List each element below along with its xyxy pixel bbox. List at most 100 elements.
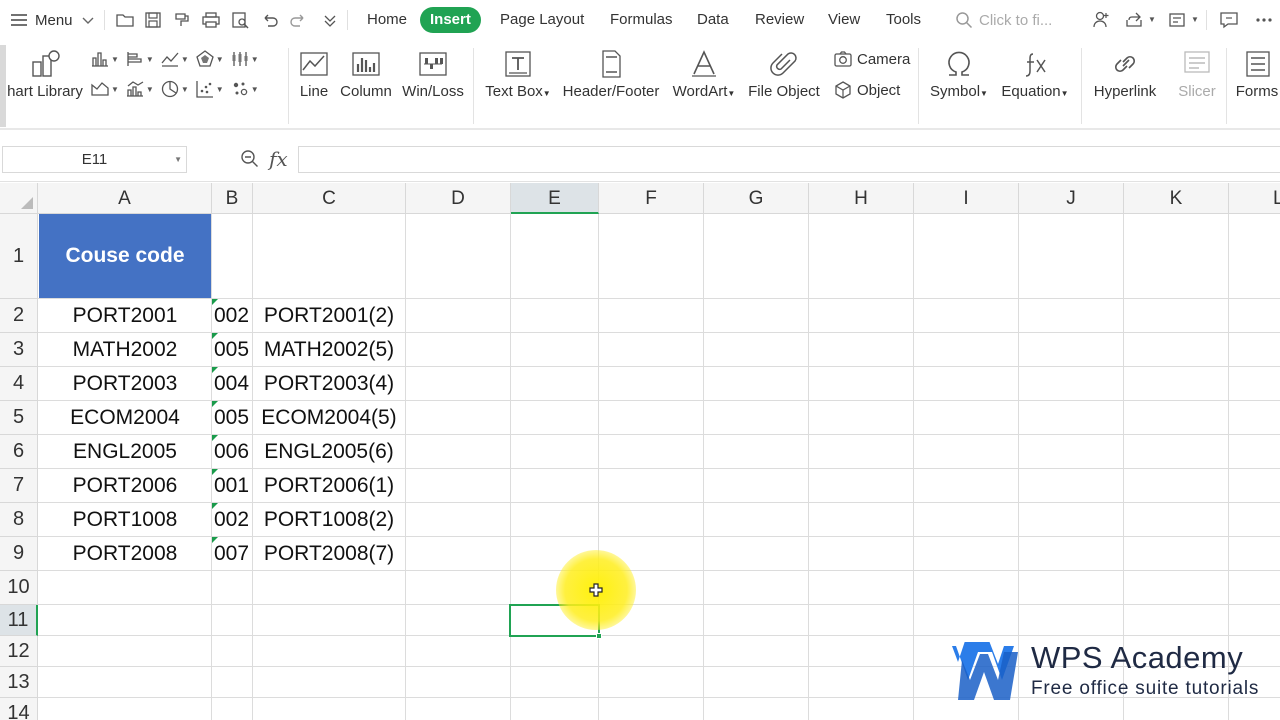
- cell-a6[interactable]: ENGL2005: [39, 435, 211, 468]
- row-header-1[interactable]: 1: [0, 214, 38, 299]
- column-header-b[interactable]: B: [212, 183, 253, 214]
- cell-c7[interactable]: PORT2006(1): [253, 469, 405, 502]
- cell-a7[interactable]: PORT2006: [39, 469, 211, 502]
- row-header-14[interactable]: 14: [0, 698, 38, 720]
- redo-icon[interactable]: [288, 10, 308, 30]
- caret-icon[interactable]: ▼: [251, 85, 259, 94]
- tab-home[interactable]: Home: [367, 7, 407, 33]
- caret-icon[interactable]: ▼: [181, 85, 189, 94]
- print-preview-icon[interactable]: [230, 10, 250, 30]
- column-header-g[interactable]: G: [704, 183, 809, 214]
- cell-b5[interactable]: 005: [212, 401, 252, 434]
- cell-b2[interactable]: 002: [212, 299, 252, 332]
- tab-review[interactable]: Review: [755, 7, 804, 33]
- caret-icon[interactable]: ▼: [216, 85, 224, 94]
- equation-button[interactable]: Equation▼: [998, 40, 1072, 130]
- cell-b7[interactable]: 001: [212, 469, 252, 502]
- column-header-e[interactable]: E: [511, 183, 599, 214]
- caret-icon[interactable]: ▼: [146, 55, 154, 64]
- row-header-7[interactable]: 7: [0, 469, 38, 503]
- column-header-f[interactable]: F: [599, 183, 704, 214]
- tab-formulas[interactable]: Formulas: [610, 7, 673, 33]
- caret-icon[interactable]: ▼: [216, 55, 224, 64]
- share-user-icon[interactable]: [1091, 10, 1111, 30]
- sparkline-winloss-button[interactable]: Win/Loss: [401, 40, 465, 130]
- column-header-h[interactable]: H: [809, 183, 914, 214]
- more-icon[interactable]: [1254, 10, 1274, 30]
- column-chart-icon[interactable]: [90, 49, 110, 69]
- save-icon[interactable]: [143, 10, 163, 30]
- slicer-button[interactable]: Slicer: [1172, 40, 1222, 130]
- undo-icon[interactable]: [260, 10, 280, 30]
- tab-view[interactable]: View: [828, 7, 860, 33]
- column-header-l[interactable]: L: [1229, 183, 1280, 214]
- column-header-c[interactable]: C: [253, 183, 406, 214]
- chart-library-button[interactable]: hart Library: [6, 40, 84, 130]
- cell-b6[interactable]: 006: [212, 435, 252, 468]
- cell-a3[interactable]: MATH2002: [39, 333, 211, 366]
- column-header-a[interactable]: A: [38, 183, 212, 214]
- area-chart-icon[interactable]: [90, 79, 110, 99]
- cell-c2[interactable]: PORT2001(2): [253, 299, 405, 332]
- cell-c4[interactable]: PORT2003(4): [253, 367, 405, 400]
- row-header-2[interactable]: 2: [0, 299, 38, 333]
- text-box-button[interactable]: Text Box▼: [483, 40, 553, 130]
- hyperlink-button[interactable]: Hyperlink: [1089, 40, 1161, 130]
- cell-c9[interactable]: PORT2008(7): [253, 537, 405, 570]
- symbol-button[interactable]: Symbol▼: [926, 40, 992, 130]
- camera-button[interactable]: Camera: [833, 46, 910, 72]
- search-box[interactable]: Click to fi...: [955, 0, 1052, 40]
- scatter-chart-icon[interactable]: [195, 79, 215, 99]
- row-header-4[interactable]: 4: [0, 367, 38, 401]
- bubble-chart-icon[interactable]: [230, 79, 250, 99]
- cell-c3[interactable]: MATH2002(5): [253, 333, 405, 366]
- sort-caret-icon[interactable]: ▼: [1191, 15, 1199, 24]
- column-header-k[interactable]: K: [1124, 183, 1229, 214]
- name-box[interactable]: E11 ▼: [2, 146, 187, 173]
- print-icon[interactable]: [201, 10, 221, 30]
- cell-b4[interactable]: 004: [212, 367, 252, 400]
- caret-icon[interactable]: ▼: [146, 85, 154, 94]
- tab-data[interactable]: Data: [697, 7, 729, 33]
- row-header-6[interactable]: 6: [0, 435, 38, 469]
- header-footer-button[interactable]: Header/Footer: [561, 40, 661, 130]
- export-icon[interactable]: [1124, 10, 1144, 30]
- fx-icon[interactable]: fx: [269, 147, 288, 171]
- caret-icon[interactable]: ▼: [111, 55, 119, 64]
- menu-button[interactable]: Menu: [10, 0, 95, 40]
- tab-page-layout[interactable]: Page Layout: [500, 7, 584, 33]
- combo-chart-icon[interactable]: [125, 79, 145, 99]
- caret-icon[interactable]: ▼: [181, 55, 189, 64]
- select-all-corner[interactable]: [0, 183, 38, 214]
- customize-chevron-icon[interactable]: [320, 10, 340, 30]
- comment-icon[interactable]: [1219, 10, 1239, 30]
- bar-chart-icon[interactable]: [125, 49, 145, 69]
- row-header-12[interactable]: 12: [0, 636, 38, 667]
- cell-b9[interactable]: 007: [212, 537, 252, 570]
- row-header-5[interactable]: 5: [0, 401, 38, 435]
- caret-icon[interactable]: ▼: [251, 55, 259, 64]
- sort-icon[interactable]: [1167, 10, 1187, 30]
- boxplot-chart-icon[interactable]: [230, 49, 250, 69]
- fill-handle[interactable]: [596, 633, 602, 639]
- cell-a1[interactable]: Couse code: [39, 214, 211, 298]
- column-header-i[interactable]: I: [914, 183, 1019, 214]
- file-object-button[interactable]: File Object: [746, 40, 822, 130]
- row-header-9[interactable]: 9: [0, 537, 38, 571]
- formula-input[interactable]: [298, 146, 1280, 173]
- row-header-8[interactable]: 8: [0, 503, 38, 537]
- tab-tools[interactable]: Tools: [886, 7, 921, 33]
- cell-a9[interactable]: PORT2008: [39, 537, 211, 570]
- sparkline-column-button[interactable]: Column: [338, 40, 394, 130]
- cell-a5[interactable]: ECOM2004: [39, 401, 211, 434]
- zoom-icon[interactable]: [240, 149, 260, 169]
- row-header-13[interactable]: 13: [0, 667, 38, 698]
- cell-c8[interactable]: PORT1008(2): [253, 503, 405, 536]
- column-header-j[interactable]: J: [1019, 183, 1124, 214]
- pie-chart-icon[interactable]: [160, 79, 180, 99]
- name-box-caret-icon[interactable]: ▼: [174, 147, 182, 172]
- cell-c6[interactable]: ENGL2005(6): [253, 435, 405, 468]
- cell-b8[interactable]: 002: [212, 503, 252, 536]
- column-header-d[interactable]: D: [406, 183, 511, 214]
- forms-button[interactable]: Forms: [1234, 40, 1280, 130]
